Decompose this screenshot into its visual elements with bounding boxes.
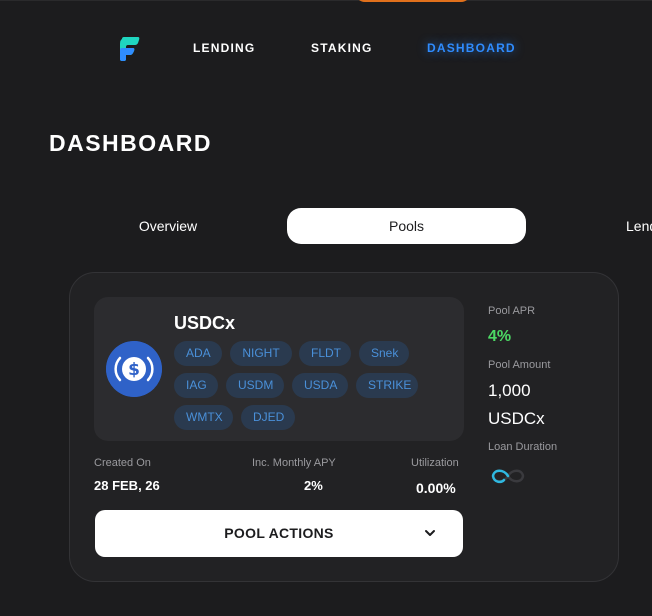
monthly-apy-label: Inc. Monthly APY: [252, 457, 336, 469]
loan-duration-label: Loan Duration: [488, 441, 558, 453]
tab-overview[interactable]: Overview: [118, 208, 218, 244]
nav-lending[interactable]: LENDING: [193, 41, 255, 55]
top-orange-button[interactable]: [355, 0, 471, 2]
pool-actions-button[interactable]: POOL ACTIONS: [95, 510, 463, 557]
chip-strike[interactable]: STRIKE: [356, 373, 418, 398]
chevron-down-icon: [425, 530, 435, 536]
pool-apr-label: Pool APR: [488, 305, 536, 317]
utilization-label: Utilization: [411, 457, 459, 469]
app-logo-icon[interactable]: [118, 36, 140, 62]
pool-amount-value: 1,000: [488, 381, 531, 400]
page-title: DASHBOARD: [49, 130, 212, 156]
usdc-coin-icon: $: [106, 341, 162, 397]
chip-djed[interactable]: DJED: [241, 405, 295, 430]
chip-wmtx[interactable]: WMTX: [174, 405, 233, 430]
top-edge: [0, 0, 652, 1]
chip-night[interactable]: NIGHT: [230, 341, 292, 366]
chip-usdm[interactable]: USDM: [226, 373, 284, 398]
tab-pools[interactable]: Pools: [287, 208, 526, 244]
svg-text:$: $: [128, 360, 140, 380]
nav-staking[interactable]: STAKING: [311, 41, 373, 55]
chip-iag[interactable]: IAG: [174, 373, 218, 398]
utilization-value: 0.00%: [416, 480, 456, 496]
pool-amount-unit: USDCx: [488, 409, 545, 428]
created-on-label: Created On: [94, 457, 151, 469]
pool-token-name: USDCx: [174, 313, 236, 333]
monthly-apy-value: 2%: [304, 478, 323, 493]
created-on-value: 28 FEB, 26: [94, 478, 160, 493]
chip-ada[interactable]: ADA: [174, 341, 222, 366]
chip-fldt[interactable]: FLDT: [299, 341, 351, 366]
tab-lend[interactable]: Lend: [626, 208, 652, 244]
chip-usda[interactable]: USDA: [292, 373, 348, 398]
nav-dashboard[interactable]: DASHBOARD: [427, 41, 516, 55]
chip-snek[interactable]: Snek: [359, 341, 409, 366]
pool-apr-value: 4%: [488, 328, 512, 345]
loading-infinity-icon: [491, 469, 525, 484]
pool-amount-label: Pool Amount: [488, 359, 551, 371]
pool-actions-label: POOL ACTIONS: [224, 525, 334, 541]
